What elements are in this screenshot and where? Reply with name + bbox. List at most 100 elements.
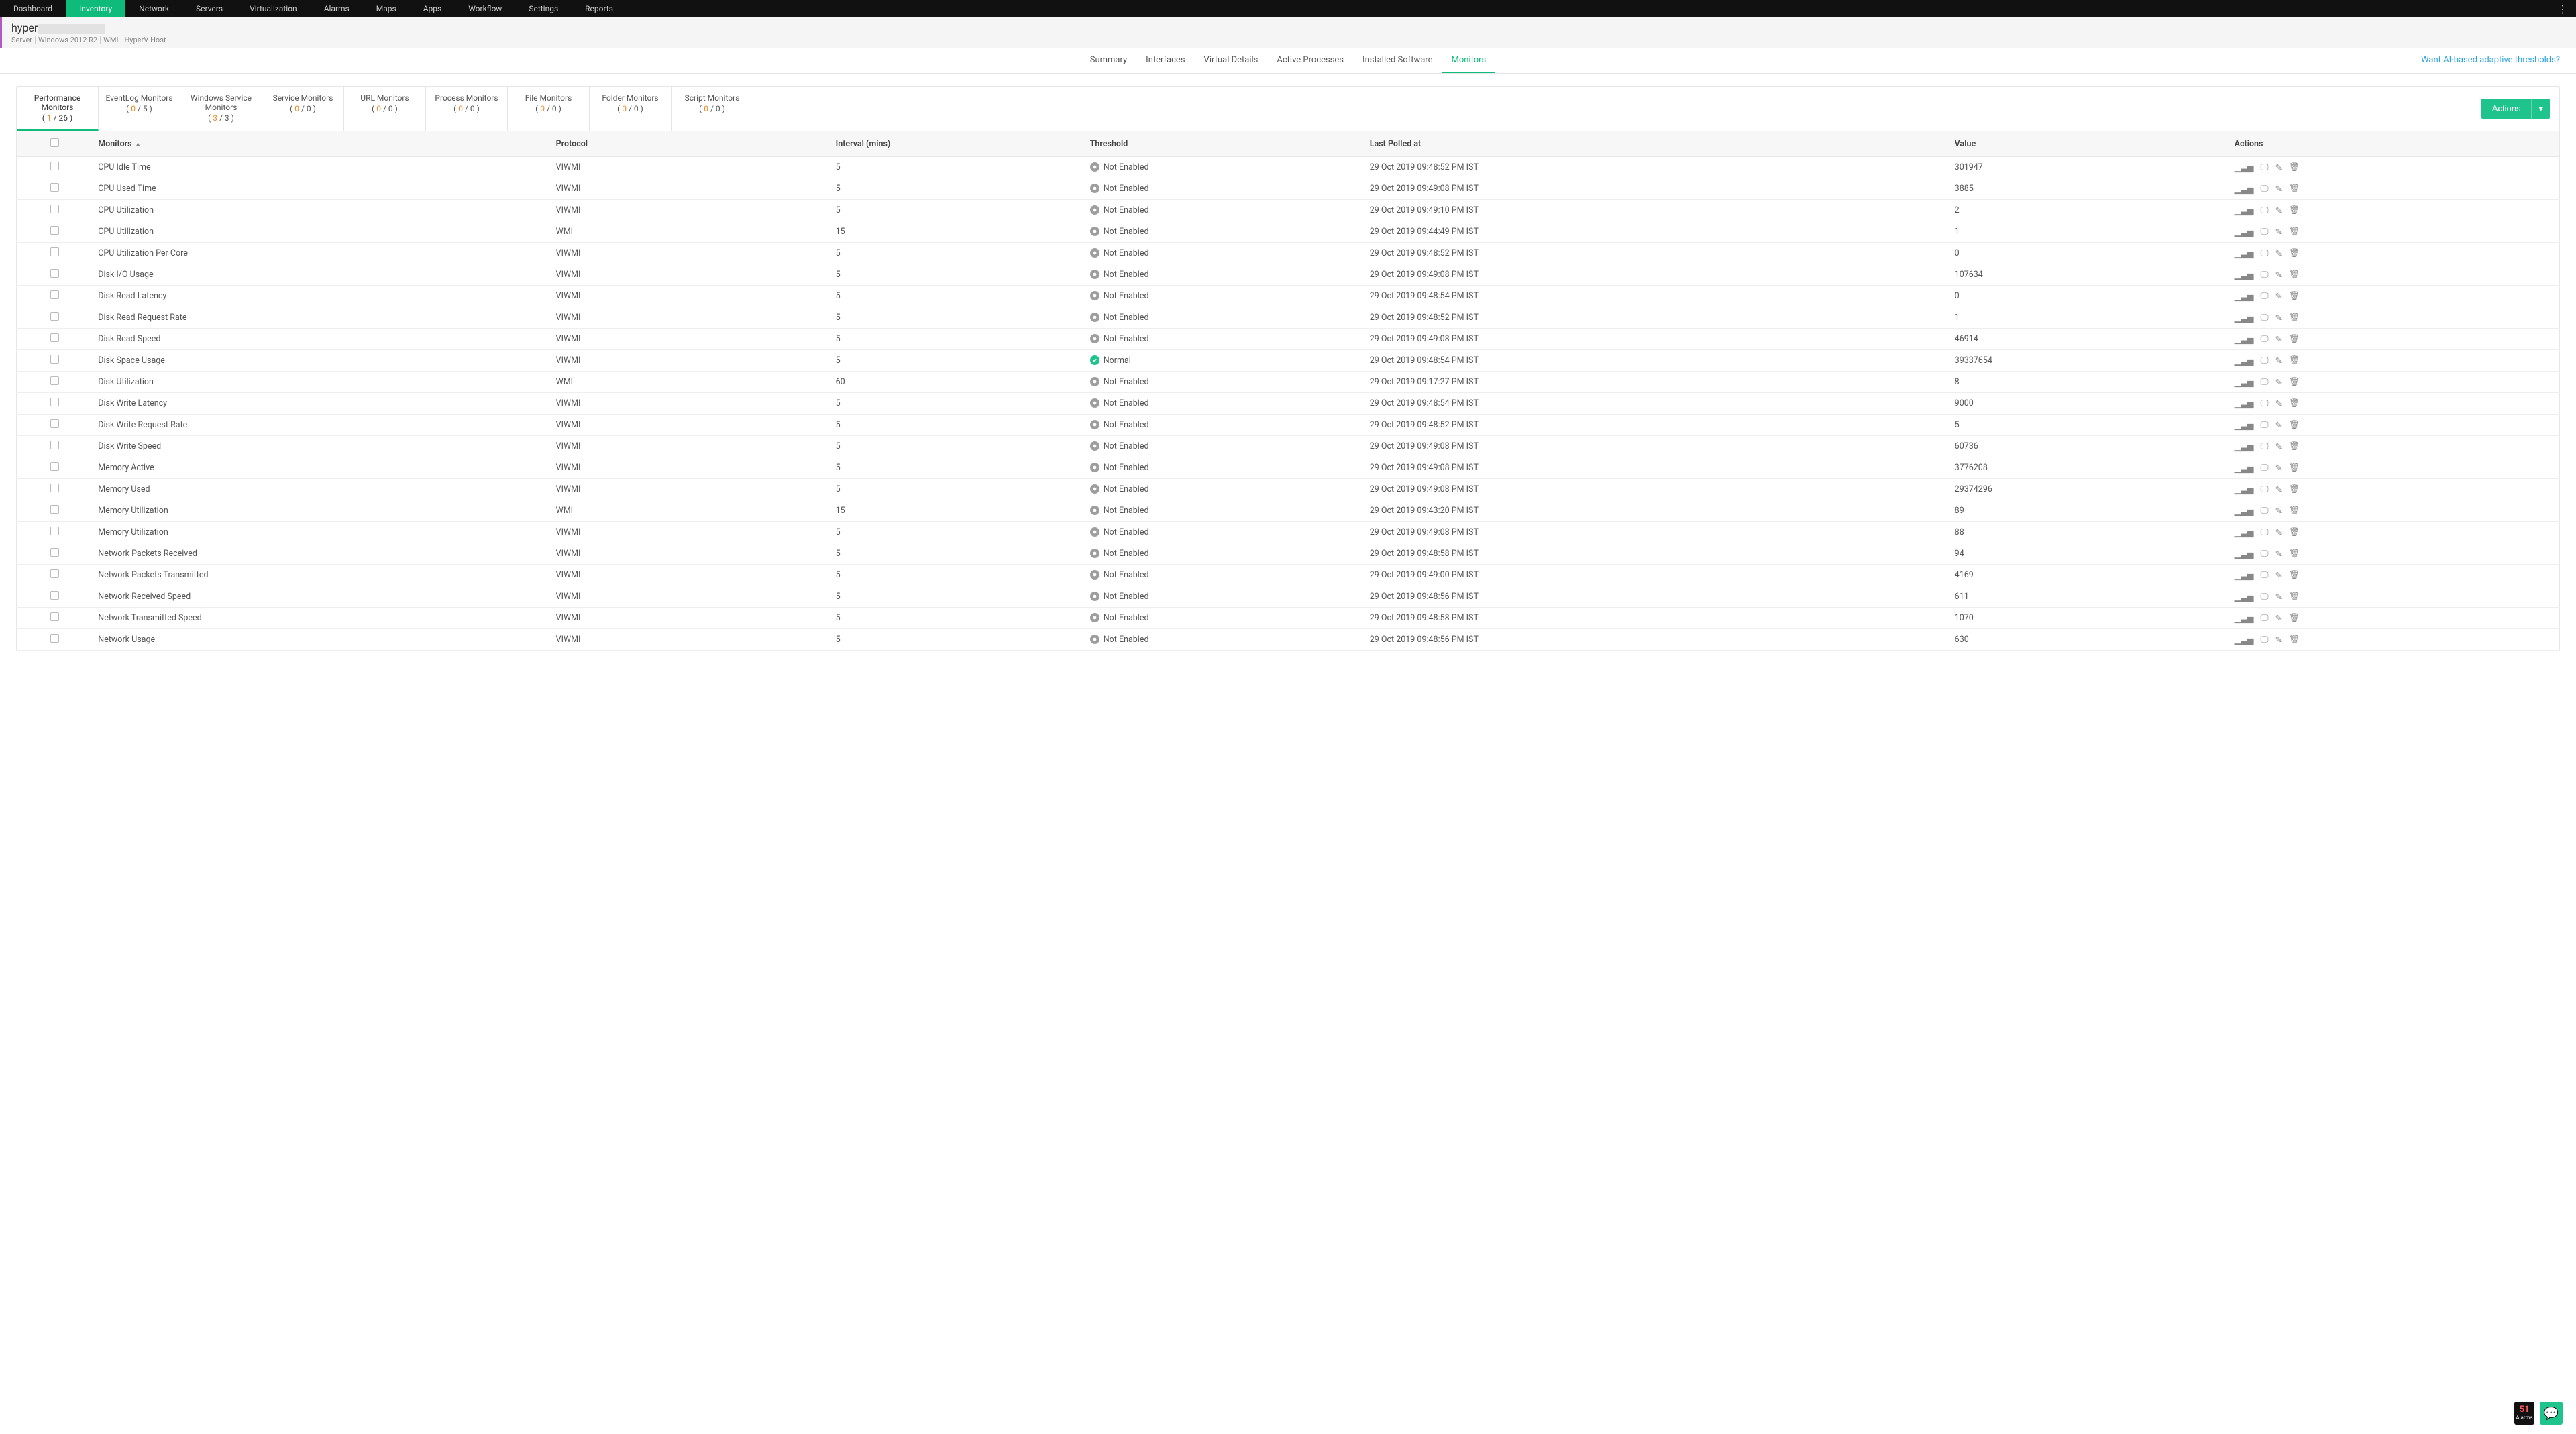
edit-icon[interactable]: ✎ <box>2275 613 2282 624</box>
nav-apps[interactable]: Apps <box>410 0 455 17</box>
row-checkbox[interactable] <box>50 183 59 192</box>
row-checkbox[interactable] <box>50 290 59 299</box>
chart-icon[interactable]: ▁▃▅ <box>2235 441 2254 452</box>
actions-button[interactable]: Actions ▾ <box>2481 99 2550 119</box>
nav-servers[interactable]: Servers <box>182 0 236 17</box>
delete-icon[interactable]: 🗑 <box>2289 205 2300 216</box>
monitor-tab-3[interactable]: Service Monitors( 0 / 0 ) <box>262 87 344 131</box>
row-checkbox[interactable] <box>50 441 59 449</box>
monitor-tab-1[interactable]: EventLog Monitors( 0 / 5 ) <box>99 87 180 131</box>
edit-icon[interactable]: ✎ <box>2275 570 2282 581</box>
monitor-tab-8[interactable]: Script Monitors( 0 / 0 ) <box>672 87 753 131</box>
nav-settings[interactable]: Settings <box>515 0 572 17</box>
nav-inventory[interactable]: Inventory <box>66 0 125 17</box>
cell-monitor-name[interactable]: CPU Utilization <box>93 200 550 221</box>
monitor-icon[interactable]: 🖵 <box>2261 162 2269 173</box>
chart-icon[interactable]: ▁▃▅ <box>2235 184 2254 195</box>
cell-monitor-name[interactable]: Network Received Speed <box>93 586 550 608</box>
cell-monitor-name[interactable]: Disk Read Latency <box>93 286 550 307</box>
col-actions[interactable]: Actions <box>2229 131 2560 157</box>
cell-monitor-name[interactable]: Disk Write Request Rate <box>93 415 550 436</box>
chart-icon[interactable]: ▁▃▅ <box>2235 613 2254 624</box>
edit-icon[interactable]: ✎ <box>2275 184 2282 195</box>
monitor-icon[interactable]: 🖵 <box>2261 613 2269 624</box>
overflow-menu-icon[interactable]: ⋮ <box>2549 3 2576 15</box>
edit-icon[interactable]: ✎ <box>2275 377 2282 388</box>
chart-icon[interactable]: ▁▃▅ <box>2235 248 2254 259</box>
delete-icon[interactable]: 🗑 <box>2289 184 2300 195</box>
cell-monitor-name[interactable]: Disk Write Latency <box>93 393 550 415</box>
edit-icon[interactable]: ✎ <box>2275 313 2282 323</box>
row-checkbox[interactable] <box>50 527 59 535</box>
col-threshold[interactable]: Threshold <box>1085 131 1364 157</box>
cell-monitor-name[interactable]: Disk Read Request Rate <box>93 307 550 329</box>
monitor-icon[interactable]: 🖵 <box>2261 635 2269 645</box>
edit-icon[interactable]: ✎ <box>2275 334 2282 345</box>
monitor-icon[interactable]: 🖵 <box>2261 227 2269 237</box>
row-checkbox[interactable] <box>50 591 59 600</box>
chart-icon[interactable]: ▁▃▅ <box>2235 420 2254 431</box>
cell-monitor-name[interactable]: CPU Utilization <box>93 221 550 243</box>
monitor-icon[interactable]: 🖵 <box>2261 205 2269 216</box>
delete-icon[interactable]: 🗑 <box>2289 441 2300 452</box>
cell-monitor-name[interactable]: Memory Utilization <box>93 500 550 522</box>
delete-icon[interactable]: 🗑 <box>2289 613 2300 624</box>
row-checkbox[interactable] <box>50 205 59 213</box>
cell-monitor-name[interactable]: Disk I/O Usage <box>93 264 550 286</box>
tab-virtual-details[interactable]: Virtual Details <box>1195 48 1268 73</box>
nav-reports[interactable]: Reports <box>572 0 627 17</box>
delete-icon[interactable]: 🗑 <box>2289 227 2300 237</box>
chart-icon[interactable]: ▁▃▅ <box>2235 549 2254 559</box>
row-checkbox[interactable] <box>50 226 59 235</box>
monitor-tab-4[interactable]: URL Monitors( 0 / 0 ) <box>344 87 426 131</box>
delete-icon[interactable]: 🗑 <box>2289 291 2300 302</box>
edit-icon[interactable]: ✎ <box>2275 592 2282 602</box>
chart-icon[interactable]: ▁▃▅ <box>2235 506 2254 516</box>
monitor-icon[interactable]: 🖵 <box>2261 184 2269 195</box>
monitor-tab-5[interactable]: Process Monitors( 0 / 0 ) <box>426 87 508 131</box>
select-all-checkbox[interactable] <box>50 138 59 147</box>
edit-icon[interactable]: ✎ <box>2275 162 2282 173</box>
edit-icon[interactable]: ✎ <box>2275 484 2282 495</box>
ai-thresholds-link[interactable]: Want AI-based adaptive thresholds? <box>2421 55 2560 65</box>
col-last-polled-at[interactable]: Last Polled at <box>1364 131 1949 157</box>
delete-icon[interactable]: 🗑 <box>2289 463 2300 474</box>
alarms-widget[interactable]: 51 Alarms <box>2514 1402 2534 1425</box>
edit-icon[interactable]: ✎ <box>2275 549 2282 559</box>
cell-monitor-name[interactable]: Network Packets Received <box>93 543 550 565</box>
cell-monitor-name[interactable]: Disk Read Speed <box>93 329 550 350</box>
delete-icon[interactable]: 🗑 <box>2289 570 2300 581</box>
monitor-icon[interactable]: 🖵 <box>2261 334 2269 345</box>
monitor-icon[interactable]: 🖵 <box>2261 441 2269 452</box>
monitor-tab-7[interactable]: Folder Monitors( 0 / 0 ) <box>590 87 672 131</box>
chart-icon[interactable]: ▁▃▅ <box>2235 291 2254 302</box>
delete-icon[interactable]: 🗑 <box>2289 527 2300 538</box>
tab-monitors[interactable]: Monitors <box>1442 48 1495 73</box>
edit-icon[interactable]: ✎ <box>2275 227 2282 237</box>
col-protocol[interactable]: Protocol <box>551 131 830 157</box>
monitor-icon[interactable]: 🖵 <box>2261 484 2269 495</box>
chart-icon[interactable]: ▁▃▅ <box>2235 484 2254 495</box>
delete-icon[interactable]: 🗑 <box>2289 355 2300 366</box>
tab-summary[interactable]: Summary <box>1081 48 1136 73</box>
edit-icon[interactable]: ✎ <box>2275 291 2282 302</box>
monitor-icon[interactable]: 🖵 <box>2261 420 2269 431</box>
chart-icon[interactable]: ▁▃▅ <box>2235 162 2254 173</box>
row-checkbox[interactable] <box>50 569 59 578</box>
delete-icon[interactable]: 🗑 <box>2289 635 2300 645</box>
edit-icon[interactable]: ✎ <box>2275 527 2282 538</box>
nav-network[interactable]: Network <box>125 0 182 17</box>
monitor-icon[interactable]: 🖵 <box>2261 313 2269 323</box>
chat-widget-icon[interactable]: 💬 <box>2540 1402 2563 1425</box>
edit-icon[interactable]: ✎ <box>2275 463 2282 474</box>
row-checkbox[interactable] <box>50 247 59 256</box>
edit-icon[interactable]: ✎ <box>2275 635 2282 645</box>
cell-monitor-name[interactable]: Memory Used <box>93 479 550 500</box>
monitor-icon[interactable]: 🖵 <box>2261 355 2269 366</box>
chart-icon[interactable]: ▁▃▅ <box>2235 527 2254 538</box>
delete-icon[interactable]: 🗑 <box>2289 313 2300 323</box>
cell-monitor-name[interactable]: Network Transmitted Speed <box>93 608 550 629</box>
row-checkbox[interactable] <box>50 634 59 643</box>
cell-monitor-name[interactable]: Disk Utilization <box>93 372 550 393</box>
chart-icon[interactable]: ▁▃▅ <box>2235 398 2254 409</box>
